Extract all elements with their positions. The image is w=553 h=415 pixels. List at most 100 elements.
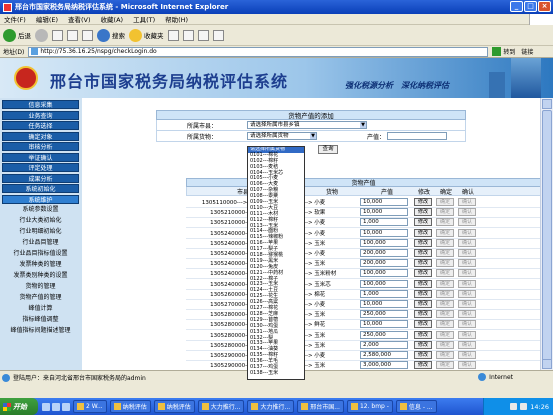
edit-button[interactable]: 修改 bbox=[414, 259, 432, 268]
stop-icon[interactable] bbox=[52, 29, 63, 41]
taskbar-button[interactable]: 邢台市国... bbox=[297, 400, 344, 413]
output-field[interactable]: 2,580,000 bbox=[360, 351, 408, 359]
city-select[interactable]: 请选择所属市县乡镇 ▼ bbox=[247, 121, 367, 129]
output-field[interactable]: 100,000 bbox=[360, 279, 408, 288]
sidebar-item[interactable]: 业务查询 bbox=[2, 110, 79, 120]
output-field[interactable]: 1,000 bbox=[360, 289, 408, 298]
sidebar-item[interactable]: 行业品目指标值设置 bbox=[2, 249, 79, 258]
menu-tools[interactable]: 工具(T) bbox=[133, 14, 155, 24]
sidebar-item[interactable]: 行业明细初始化 bbox=[2, 227, 79, 236]
output-field[interactable]: 100,000 bbox=[360, 238, 408, 247]
sidebar-item[interactable]: 审核分析 bbox=[2, 142, 79, 151]
scroll-down-button[interactable] bbox=[542, 359, 552, 369]
goods-dropdown-list[interactable]: 请选择所属货物 0101---棉花 0102---棉籽 0103---麦秸 0104--… bbox=[247, 146, 305, 380]
confirm-button[interactable]: 确定 bbox=[436, 361, 454, 370]
favorites-button[interactable]: 收藏夹 bbox=[129, 28, 164, 42]
edit-button[interactable]: 修改 bbox=[414, 289, 432, 298]
confirm-button[interactable]: 确定 bbox=[436, 238, 454, 247]
quick-launch-icon[interactable] bbox=[52, 402, 60, 411]
edit-button[interactable]: 修改 bbox=[414, 351, 432, 359]
edit-button[interactable]: 修改 bbox=[414, 320, 432, 329]
history-icon[interactable] bbox=[167, 29, 179, 41]
edit-button[interactable]: 修改 bbox=[414, 279, 432, 288]
vertical-scrollbar[interactable] bbox=[540, 98, 553, 370]
check-button[interactable]: 确认 bbox=[458, 351, 476, 359]
query-button[interactable]: 查询 bbox=[318, 145, 338, 154]
minimize-button[interactable]: _ bbox=[510, 1, 523, 12]
check-button[interactable]: 确认 bbox=[458, 340, 476, 349]
taskbar-button[interactable]: 纳税评估 bbox=[153, 400, 195, 413]
sidebar-item[interactable]: 确定对象 bbox=[2, 131, 79, 141]
sidebar-item[interactable]: 系统参数设置 bbox=[2, 205, 79, 214]
edit-button[interactable]: 修改 bbox=[414, 218, 432, 227]
address-input[interactable]: http://75.36.16.25/nspg/checkLogin.do bbox=[28, 46, 489, 57]
sidebar-item[interactable]: 峰值计算 bbox=[2, 304, 79, 313]
confirm-button[interactable]: 确定 bbox=[436, 198, 454, 206]
check-button[interactable]: 确认 bbox=[458, 361, 476, 370]
confirm-button[interactable]: 确定 bbox=[436, 269, 454, 278]
output-input[interactable] bbox=[387, 132, 448, 140]
menu-edit[interactable]: 编辑(E) bbox=[36, 14, 58, 24]
output-field[interactable]: 200,000 bbox=[360, 249, 408, 257]
output-field[interactable]: 100,000 bbox=[360, 269, 408, 278]
edit-button[interactable]: 修改 bbox=[414, 310, 432, 319]
close-button[interactable]: × bbox=[538, 1, 551, 12]
check-button[interactable]: 确认 bbox=[458, 238, 476, 247]
output-field[interactable]: 250,000 bbox=[360, 330, 408, 339]
tray-icon[interactable] bbox=[520, 403, 528, 410]
confirm-button[interactable]: 确定 bbox=[436, 289, 454, 298]
taskbar-button[interactable]: 信息 - ... bbox=[395, 400, 437, 413]
check-button[interactable]: 确认 bbox=[458, 330, 476, 339]
sidebar-item[interactable]: 系统初始化 bbox=[2, 184, 79, 193]
sidebar-item[interactable]: 货物的管理 bbox=[2, 282, 79, 291]
scroll-up-button[interactable] bbox=[542, 99, 552, 109]
menu-file[interactable]: 文件(F) bbox=[4, 14, 26, 24]
print-icon[interactable] bbox=[197, 29, 209, 41]
start-button[interactable]: 开始 bbox=[0, 398, 38, 415]
confirm-button[interactable]: 确定 bbox=[436, 340, 454, 349]
sidebar-item[interactable]: 发票种类的管理 bbox=[2, 260, 79, 269]
sidebar-item[interactable]: 指标峰值调整 bbox=[2, 315, 79, 324]
check-button[interactable]: 确认 bbox=[458, 300, 476, 308]
edit-button[interactable]: 修改 bbox=[414, 269, 432, 278]
check-button[interactable]: 确认 bbox=[458, 289, 476, 298]
sidebar-item[interactable]: 举证确认 bbox=[2, 152, 79, 162]
forward-button[interactable] bbox=[35, 28, 48, 42]
sidebar-item[interactable]: 峰值指标间题描述管理 bbox=[2, 326, 79, 335]
menu-view[interactable]: 查看(V) bbox=[68, 14, 91, 24]
edit-button[interactable]: 修改 bbox=[414, 238, 432, 247]
output-field[interactable]: 10,000 bbox=[360, 228, 408, 237]
sidebar-item[interactable]: 信息采集 bbox=[2, 100, 79, 109]
check-button[interactable]: 确认 bbox=[458, 198, 476, 206]
edit-button[interactable]: 修改 bbox=[414, 198, 432, 206]
quick-launch-icon[interactable] bbox=[62, 402, 70, 411]
dropdown-option[interactable]: 0138---玉米 bbox=[248, 370, 304, 377]
menu-help[interactable]: 帮助(H) bbox=[165, 14, 188, 24]
confirm-button[interactable]: 确定 bbox=[436, 320, 454, 329]
output-field[interactable]: 10,000 bbox=[360, 320, 408, 329]
taskbar-button[interactable]: 2 W... bbox=[73, 400, 107, 413]
check-button[interactable]: 确认 bbox=[458, 310, 476, 319]
confirm-button[interactable]: 确定 bbox=[436, 300, 454, 308]
edit-button[interactable]: 修改 bbox=[414, 330, 432, 339]
sidebar-item[interactable]: 评定处理 bbox=[2, 163, 79, 172]
refresh-icon[interactable] bbox=[67, 29, 78, 41]
edit-button[interactable]: 修改 bbox=[414, 361, 432, 370]
confirm-button[interactable]: 确定 bbox=[436, 208, 454, 217]
scroll-thumb[interactable] bbox=[542, 110, 552, 365]
maximize-button[interactable]: □ bbox=[524, 1, 537, 12]
check-button[interactable]: 确认 bbox=[458, 218, 476, 227]
output-field[interactable]: 10,000 bbox=[360, 208, 408, 217]
check-button[interactable]: 确认 bbox=[458, 228, 476, 237]
output-field[interactable]: 10,000 bbox=[360, 198, 408, 206]
output-field[interactable]: 1,000 bbox=[360, 218, 408, 227]
check-button[interactable]: 确认 bbox=[458, 269, 476, 278]
search-button[interactable]: 搜索 bbox=[97, 28, 125, 42]
confirm-button[interactable]: 确定 bbox=[436, 330, 454, 339]
tray-icon[interactable] bbox=[510, 403, 518, 410]
edit-button[interactable]: 修改 bbox=[414, 340, 432, 349]
output-field[interactable]: 2,000 bbox=[360, 340, 408, 349]
go-button[interactable]: 转到 bbox=[492, 47, 515, 56]
confirm-button[interactable]: 确定 bbox=[436, 228, 454, 237]
confirm-button[interactable]: 确定 bbox=[436, 279, 454, 288]
